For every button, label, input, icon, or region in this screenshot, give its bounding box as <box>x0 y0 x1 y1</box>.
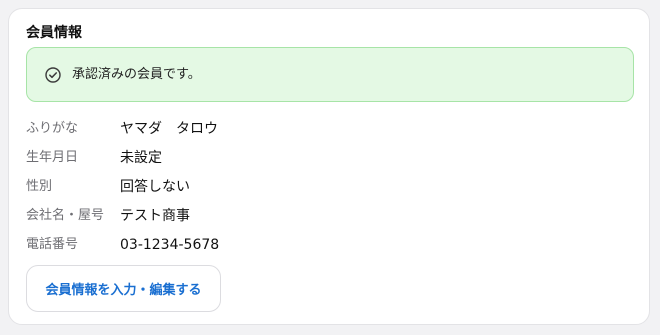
info-value: 回答しない <box>120 178 190 195</box>
approval-alert-text: 承認済みの会員です。 <box>72 66 201 82</box>
info-row-company: 会社名・屋号 テスト商事 <box>26 201 219 230</box>
info-row-gender: 性別 回答しない <box>26 172 219 201</box>
info-label: 会社名・屋号 <box>26 207 105 223</box>
info-row-furigana: ふりがな ヤマダ タロウ <box>26 114 219 143</box>
card-title: 会員情報 <box>26 25 82 41</box>
approval-alert: 承認済みの会員です。 <box>26 47 634 102</box>
info-label: 生年月日 <box>26 149 79 165</box>
info-row-phone: 電話番号 03-1234-5678 <box>26 230 219 259</box>
info-label: 性別 <box>26 178 53 194</box>
member-info-list: ふりがな ヤマダ タロウ 生年月日 未設定 性別 回答しない 会社名・屋号 テス… <box>26 114 219 259</box>
member-info-card: 会員情報 承認済みの会員です。 ふりがな ヤマダ タロウ 生年月日 未設定 性別… <box>8 8 650 325</box>
info-value: ヤマダ タロウ <box>120 120 218 137</box>
info-label: ふりがな <box>26 120 79 136</box>
info-value: 未設定 <box>120 149 162 166</box>
info-label: 電話番号 <box>26 236 79 252</box>
info-value: テスト商事 <box>120 207 190 224</box>
info-value: 03-1234-5678 <box>120 236 220 253</box>
check-circle-icon <box>44 66 62 84</box>
edit-member-info-button[interactable]: 会員情報を入力・編集する <box>26 265 221 312</box>
info-row-birthdate: 生年月日 未設定 <box>26 143 219 172</box>
